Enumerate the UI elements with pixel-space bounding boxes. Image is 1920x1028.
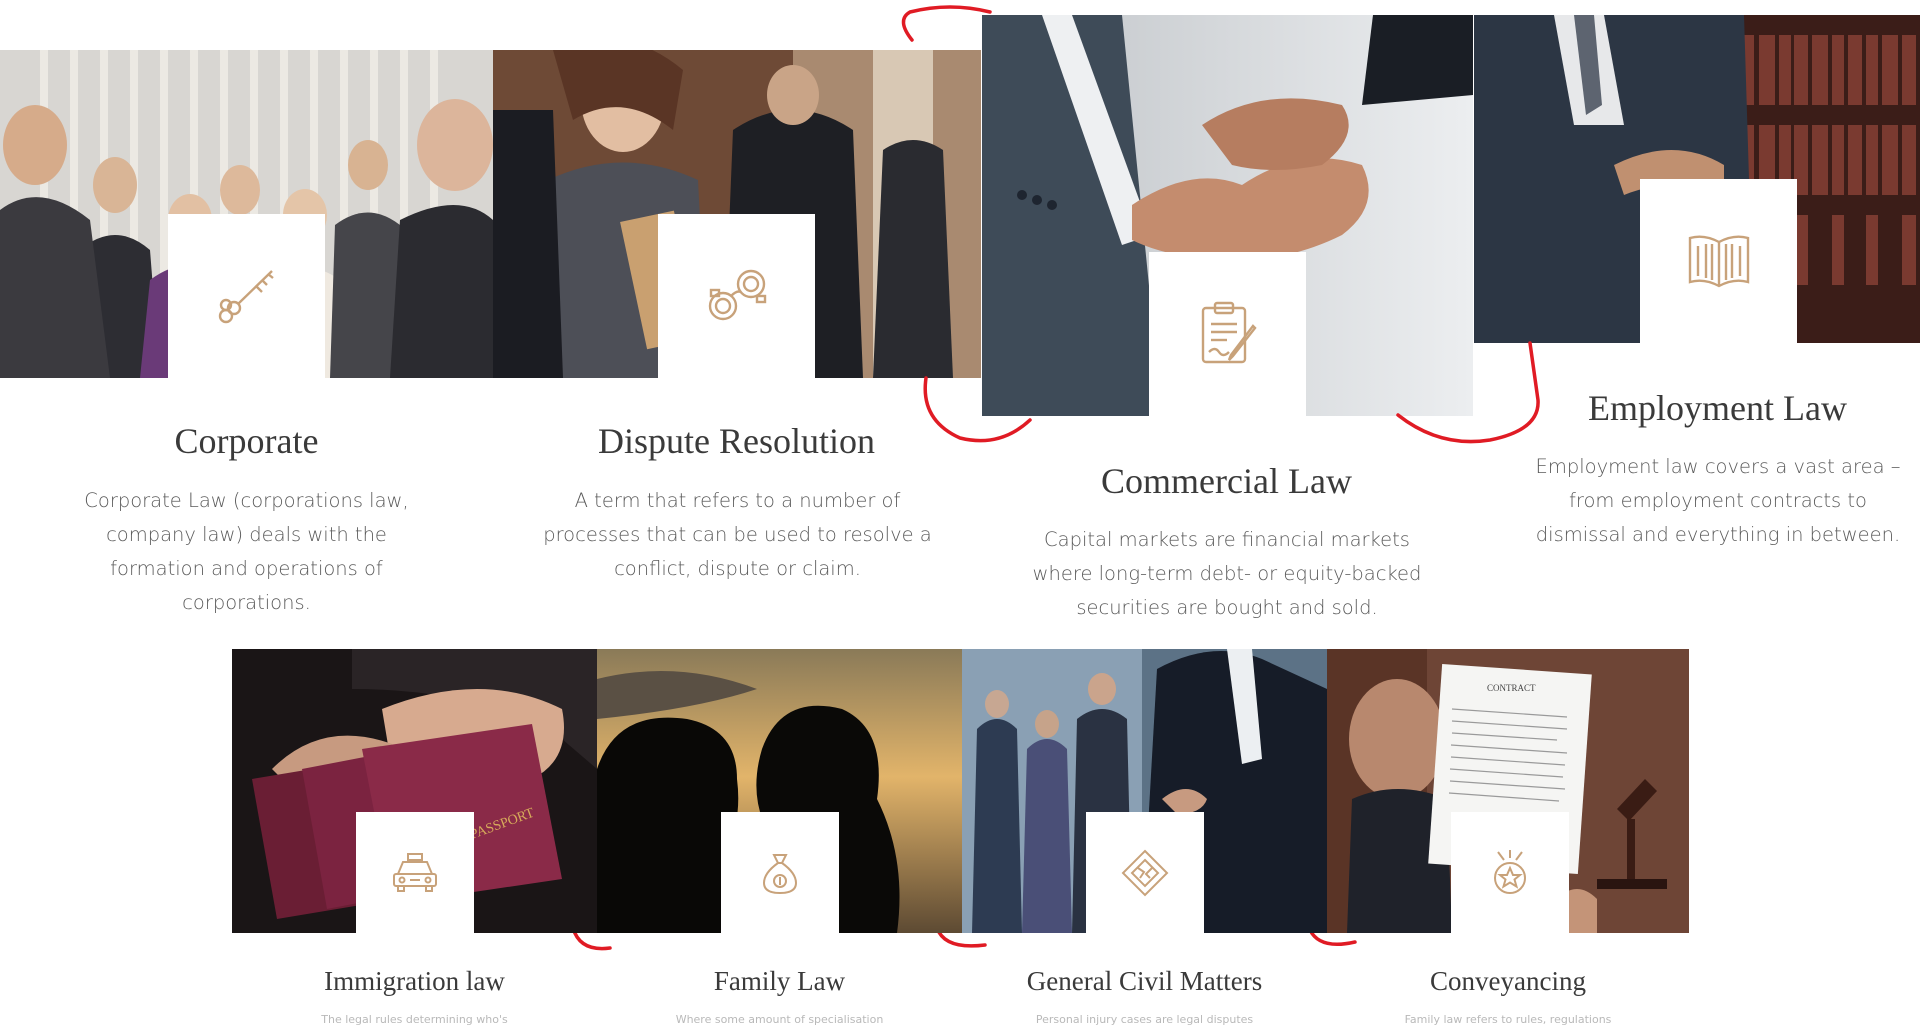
corporate-icon-box <box>168 214 325 378</box>
family-law-icon-box <box>721 812 839 933</box>
general-civil-matters-title[interactable]: General Civil Matters <box>962 966 1327 997</box>
commercial-law-title[interactable]: Commercial Law <box>1024 460 1429 502</box>
corporate-title[interactable]: Corporate <box>44 420 449 462</box>
general-civil-matters-icon-box <box>1086 812 1204 933</box>
conveyancing-description: Family law refers to rules, regulations <box>1404 1013 1612 1026</box>
immigration-law-description: The legal rules determining who's <box>321 1013 508 1026</box>
taxi-icon <box>393 852 437 892</box>
key-icon <box>218 270 274 324</box>
conveyancing-title[interactable]: Conveyancing <box>1327 966 1689 997</box>
dispute-resolution-description: A term that refers to a number of proces… <box>543 489 932 580</box>
immigration-law-icon-box <box>356 812 474 933</box>
money-bag-icon <box>762 853 798 894</box>
diamond-emblem-icon <box>1121 849 1169 896</box>
employment-law-description: Employment law covers a vast area – from… <box>1535 455 1901 546</box>
handcuffs-icon <box>708 269 766 321</box>
employment-law-icon-box <box>1640 179 1797 343</box>
commercial-law-icon-box <box>1149 252 1306 416</box>
open-book-icon <box>1688 235 1749 288</box>
family-law-description: Where some amount of specialisation <box>675 1013 884 1026</box>
general-civil-matters-description: Personal injury cases are legal disputes <box>1035 1013 1254 1026</box>
family-law-title[interactable]: Family Law <box>597 966 962 997</box>
clipboard-pen-icon <box>1201 301 1257 364</box>
commercial-law-description: Capital markets are financial markets wh… <box>1032 528 1422 619</box>
immigration-law-title[interactable]: Immigration law <box>232 966 597 997</box>
conveyancing-icon-box <box>1451 812 1569 933</box>
badge-icon <box>1494 849 1526 894</box>
contract-heading: CONTRACT <box>1487 683 1536 693</box>
dispute-resolution-title[interactable]: Dispute Resolution <box>534 420 939 462</box>
dispute-resolution-icon-box <box>658 214 815 378</box>
corporate-description: Corporate Law (corporations law, company… <box>84 489 409 614</box>
employment-law-title[interactable]: Employment Law <box>1515 387 1920 429</box>
